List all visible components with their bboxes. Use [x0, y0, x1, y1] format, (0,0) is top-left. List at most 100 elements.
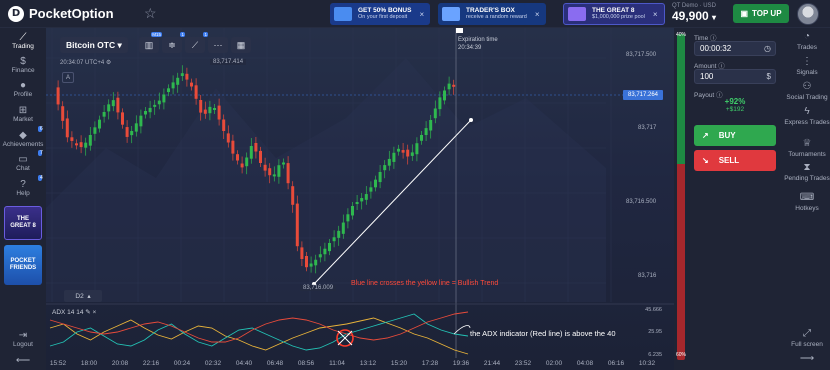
annotation-bullish: Blue line crosses the yellow line = Bull…	[351, 280, 499, 287]
promo-traders-box[interactable]: TRADER'S BOX receive a random reward ×	[438, 3, 546, 25]
promo-box-subtitle: receive a random reward	[466, 14, 527, 20]
sidebar-item-express-trades[interactable]: ϟ Express Trades	[784, 107, 830, 127]
candle-body	[447, 83, 451, 90]
promo-bonus[interactable]: GET 50% BONUS On your first deposit ×	[330, 3, 431, 25]
sidebar-item-pending-trades[interactable]: ⧗ Pending Trades	[784, 162, 830, 183]
settings-dot-icon[interactable]: ⚙	[106, 60, 111, 66]
promo-box-title: TRADER'S BOX	[466, 7, 515, 14]
top-up-button[interactable]: ▣ TOP UP	[733, 4, 789, 23]
top-bar: D PocketOption ☆ GET 50% BONUS On your f…	[0, 0, 830, 28]
candle-body	[364, 194, 368, 200]
sidebar-item-trading[interactable]: ⟋ Trading	[0, 32, 46, 50]
sidebar-item-finance[interactable]: $ Finance	[0, 56, 46, 74]
server-time-text: 20:34:07 UTC+4	[60, 60, 105, 66]
sidebar-item-help[interactable]: 4? Help	[0, 175, 46, 197]
expand-panel-icon[interactable]: ⟶	[784, 354, 830, 364]
time-input[interactable]: 00:00:32 ◷	[694, 41, 776, 56]
candle-body	[282, 162, 285, 165]
sidebar-item-profile[interactable]: ● Profile	[0, 80, 46, 98]
sidebar-item-market[interactable]: ⊞ Market	[0, 105, 46, 123]
adx-label-text: ADX 14 14	[52, 309, 84, 316]
sidebar-label: Pending Trades	[784, 175, 830, 182]
candle-body	[56, 87, 60, 105]
more-tools-button[interactable]: ⋯	[208, 37, 228, 53]
candle-body	[337, 230, 341, 238]
price-chart	[46, 28, 674, 358]
candle-body	[429, 120, 433, 131]
collapse-sidebar-icon[interactable]: ⟵	[0, 355, 46, 366]
candle-body	[190, 82, 193, 87]
candle-body	[102, 112, 106, 117]
avatar[interactable]	[797, 3, 819, 25]
layout-button[interactable]: ▦	[231, 37, 251, 53]
time-axis: 15:52 18:00 20:08 22:16 00:24 02:32 04:40 06:48…	[46, 360, 674, 370]
candle-body	[378, 172, 382, 183]
candle-body	[231, 140, 235, 154]
time-axis-tick: 06:16	[607, 360, 625, 367]
adx-tick: 6.235	[648, 352, 662, 358]
sidebar-item-trades[interactable]: ◔ Trades	[784, 32, 830, 52]
close-icon[interactable]: ×	[419, 10, 424, 19]
candle-body	[291, 186, 295, 205]
indicators-button[interactable]: 1 ≑	[162, 32, 185, 53]
drawing-tools-button[interactable]: 1 ⟋	[185, 32, 208, 53]
amount-input[interactable]: 100 $	[694, 69, 776, 84]
logout-label: Logout	[13, 341, 33, 348]
clock-icon[interactable]: ◷	[764, 44, 771, 53]
close-icon[interactable]: ×	[93, 309, 97, 316]
grid-icon: ▦	[236, 39, 246, 50]
sidebar-item-achievements[interactable]: 6 ◆ Achievements	[0, 126, 46, 148]
chevron-up-icon: ▴	[87, 293, 91, 300]
promo-card-line: FRIENDS	[9, 265, 37, 271]
badge: 7	[38, 150, 43, 156]
promo-card-friends[interactable]: POCKET FRIENDS	[4, 245, 42, 285]
arrow-down-right-icon: ↘	[702, 156, 709, 165]
promo-card-great8[interactable]: THE GREAT 8	[4, 206, 42, 240]
timeframe-selector[interactable]: D2 ▴	[64, 290, 102, 302]
time-axis-tick: 02:32	[204, 360, 222, 367]
promo-great8[interactable]: THE GREAT 8 $1,000,000 prize pool ×	[563, 3, 665, 25]
promo-great8-subtitle: $1,000,000 prize pool	[592, 14, 645, 20]
chart-area[interactable]: Bitcoin OTC ▾ M15 ▥ 1 ≑ 1 ⟋ ⋯ ▦ 20:34:07 UT…	[46, 28, 674, 370]
candle-body	[93, 127, 97, 134]
sentiment-down-value: 60%	[676, 352, 687, 358]
logout-button[interactable]: ⇥ Logout	[0, 330, 46, 348]
sidebar-label: Signals	[796, 69, 818, 76]
logo[interactable]: D PocketOption	[8, 5, 138, 22]
sidebar-item-chat[interactable]: 7 ▭ Chat	[0, 150, 46, 172]
candle-body	[125, 127, 129, 137]
asset-selector[interactable]: Bitcoin OTC ▾	[60, 37, 128, 53]
time-axis-tick: 11:04	[329, 360, 345, 367]
close-icon[interactable]: ×	[535, 10, 540, 19]
sidebar-item-social-trading[interactable]: ⚇ Social Trading	[784, 82, 830, 102]
sentiment-up-fill	[677, 34, 685, 165]
text-tool-icon[interactable]: A	[62, 72, 74, 83]
candle-body	[236, 154, 239, 161]
hourglass-icon: ⧗	[803, 162, 811, 173]
buy-button[interactable]: ↗ BUY	[694, 125, 776, 146]
sidebar-label: Finance	[11, 67, 35, 74]
candle-body	[134, 123, 138, 132]
time-axis-tick: 19:36	[452, 360, 470, 367]
pencil-icon[interactable]: ✎	[85, 309, 90, 316]
currency-icon[interactable]: $	[767, 72, 771, 81]
account-selector[interactable]: QT Demo · USD 49,900 ▾	[672, 3, 716, 23]
sidebar-item-hotkeys[interactable]: ⌨ Hotkeys	[784, 193, 830, 213]
sidebar-item-tournaments[interactable]: ♕ Tournaments	[784, 139, 830, 159]
tool-badge: M15	[151, 32, 162, 37]
candle-body	[387, 158, 391, 166]
arrow-up-right-icon: ↗	[702, 131, 709, 140]
candle-body	[79, 142, 83, 148]
favorite-star-icon[interactable]: ☆	[144, 5, 157, 22]
sell-button[interactable]: ↘ SELL	[694, 150, 776, 171]
chart-type-button[interactable]: M15 ▥	[139, 32, 162, 53]
time-axis-tick: 15:20	[390, 360, 408, 367]
candle-body	[199, 100, 203, 113]
fullscreen-button[interactable]: ⤢ Full screen	[784, 328, 830, 349]
close-icon[interactable]: ×	[653, 10, 658, 19]
candle-body	[346, 214, 350, 222]
adx-indicator-label: ADX 14 14 ✎ ×	[52, 308, 96, 316]
more-icon: ⋯	[213, 39, 223, 50]
sidebar-item-signals[interactable]: ⋮ Signals	[784, 57, 830, 77]
fullscreen-icon: ⤢	[803, 328, 811, 339]
